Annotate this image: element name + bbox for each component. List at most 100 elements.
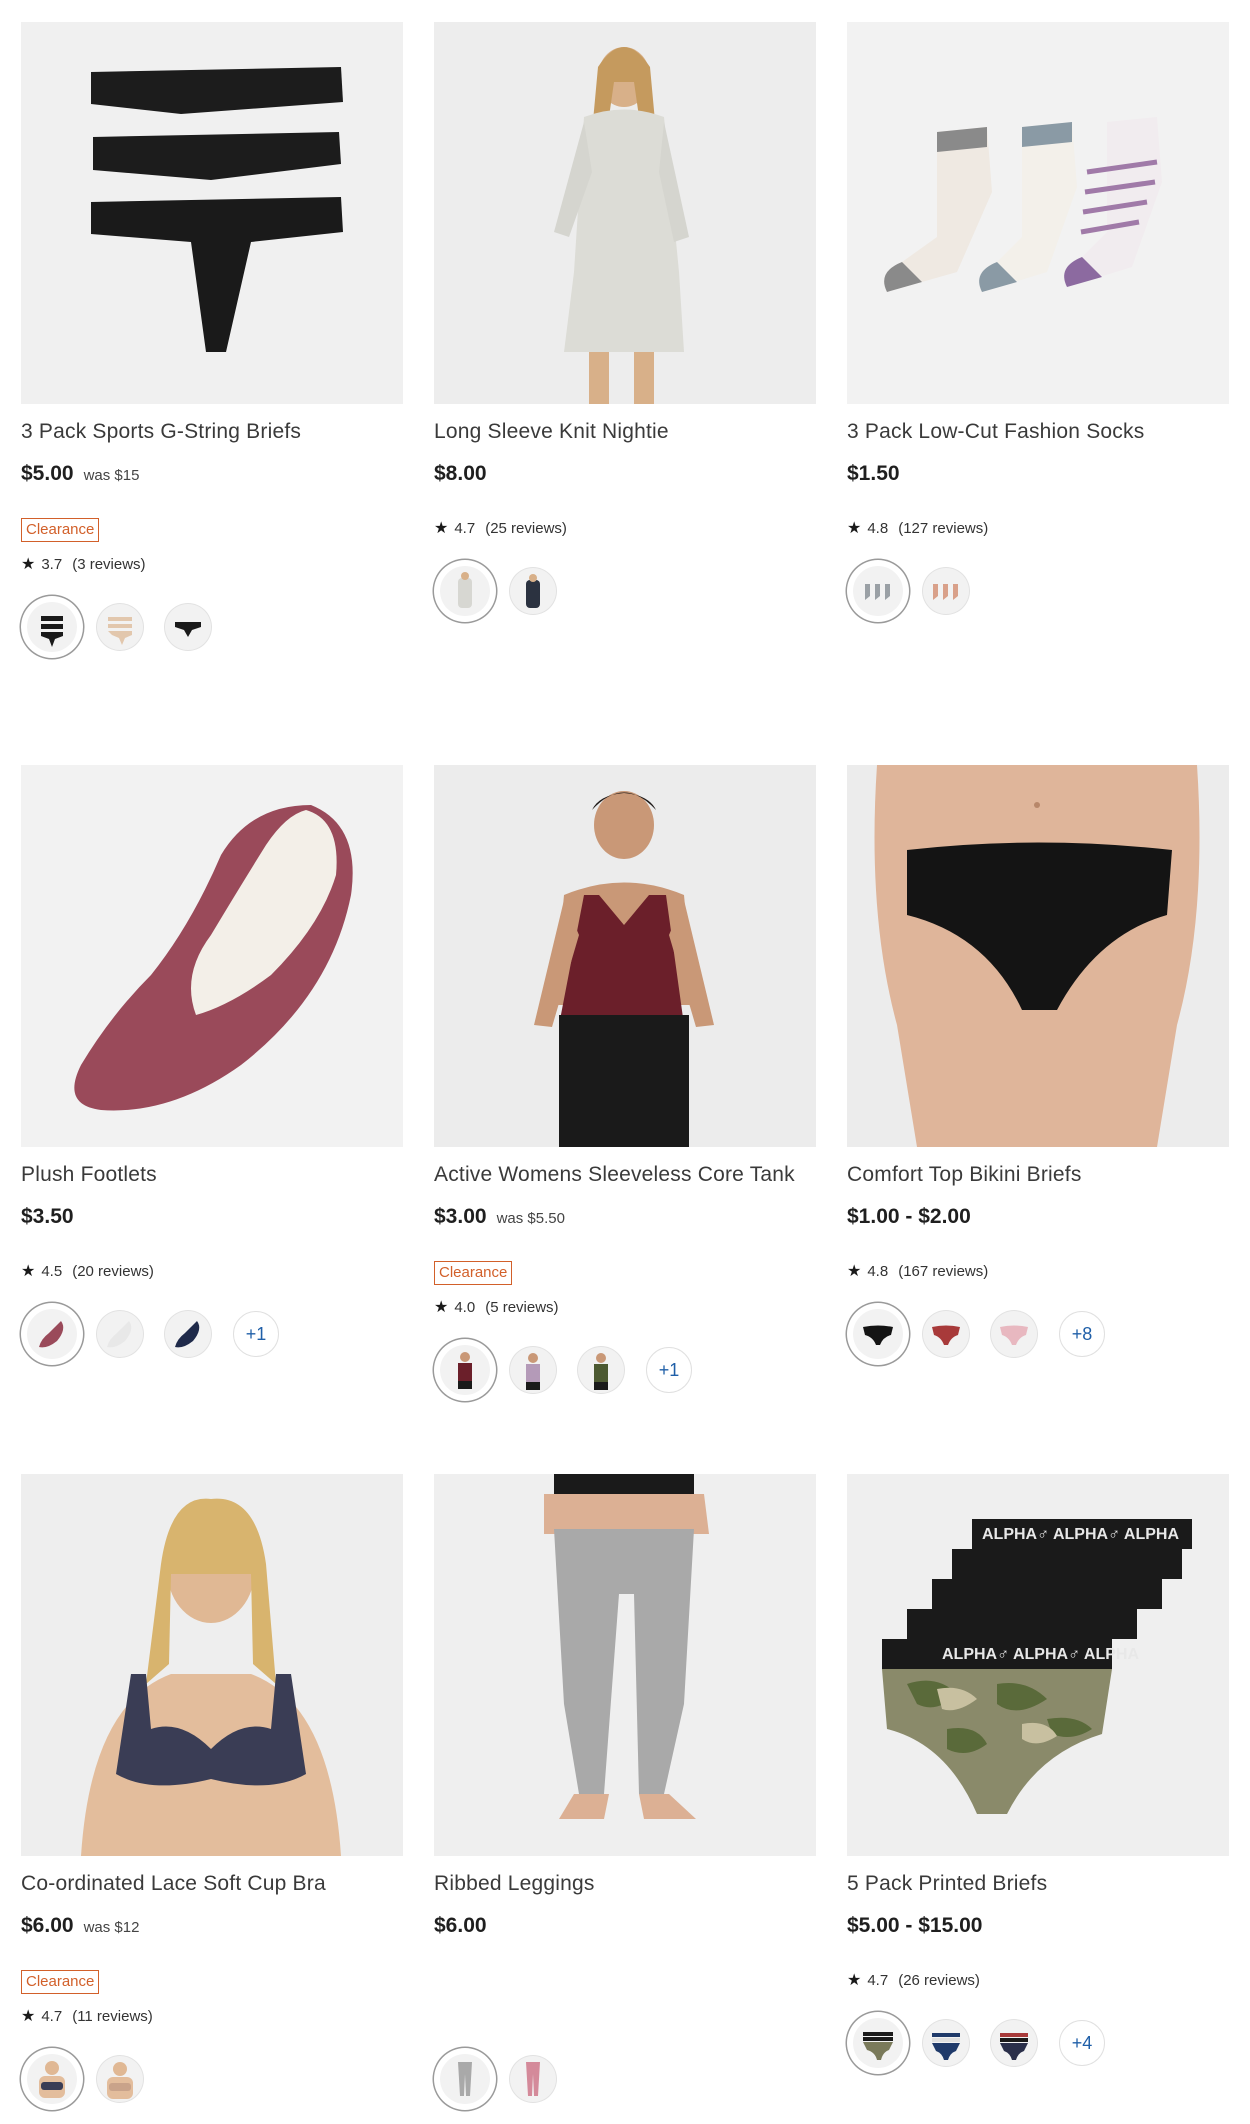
price-row: $3.50 [21, 1205, 74, 1229]
product-title[interactable]: 3 Pack Sports G-String Briefs [21, 420, 301, 444]
rating-value: 4.7 [41, 2007, 63, 2025]
more-colors-button[interactable]: +4 [1059, 2020, 1105, 2066]
product-rating: ★ 4.7 (25 reviews) [434, 518, 567, 538]
product-image[interactable] [434, 22, 816, 404]
swatch-pink[interactable] [510, 2056, 556, 2102]
color-swatches [434, 560, 578, 622]
product-price: $3.50 [21, 1205, 74, 1228]
product-title[interactable]: Active Womens Sleeveless Core Tank [434, 1163, 795, 1187]
price-row: $6.00 was $12 [21, 1914, 139, 1938]
product-title[interactable]: 5 Pack Printed Briefs [847, 1872, 1047, 1896]
star-icon: ★ [847, 1972, 862, 1989]
color-swatches [434, 2048, 578, 2110]
rating-value: 4.7 [454, 519, 476, 537]
swatch-pink[interactable] [991, 1311, 1037, 1357]
product-rating: ★ 4.8 (127 reviews) [847, 518, 988, 538]
swatch-burgundy[interactable] [21, 1303, 83, 1365]
product-rating: ★ 4.8 (167 reviews) [847, 1261, 988, 1281]
product-title[interactable]: 3 Pack Low-Cut Fashion Socks [847, 420, 1144, 444]
product-image[interactable] [434, 765, 816, 1147]
more-colors-button[interactable]: +1 [233, 1311, 279, 1357]
review-count: (26 reviews) [898, 1971, 980, 1989]
swatch-nude[interactable] [97, 604, 143, 650]
color-swatches: +8 [847, 1303, 1105, 1365]
product-price: $5.00 [21, 462, 74, 485]
rating-value: 4.5 [41, 1262, 63, 1280]
swatch-navy[interactable] [165, 1311, 211, 1357]
price-row: $1.50 [847, 462, 900, 486]
product-image[interactable] [21, 765, 403, 1147]
price-row: $5.00 - $15.00 [847, 1914, 982, 1938]
color-swatches: +4 [847, 2012, 1105, 2074]
star-icon: ★ [21, 556, 36, 573]
product-title[interactable]: Plush Footlets [21, 1163, 157, 1187]
review-count: (25 reviews) [485, 519, 567, 537]
product-price: $1.50 [847, 462, 900, 485]
swatch-navy[interactable] [510, 568, 556, 614]
color-swatches [21, 596, 233, 658]
product-rating: ★ 4.7 (11 reviews) [21, 2006, 153, 2026]
swatch-multi-pink[interactable] [923, 568, 969, 614]
product-price: $6.00 [434, 1914, 487, 1937]
swatch-blue[interactable] [923, 2020, 969, 2066]
star-icon: ★ [21, 2008, 36, 2025]
swatch-grey[interactable] [434, 560, 496, 622]
review-count: (5 reviews) [485, 1298, 559, 1316]
clearance-badge: Clearance [21, 1970, 100, 1994]
swatch-camo[interactable] [847, 2012, 909, 2074]
swatch-red[interactable] [923, 1311, 969, 1357]
swatch-grey[interactable] [434, 2048, 496, 2110]
swatch-lilac[interactable] [510, 1347, 556, 1393]
product-image[interactable] [847, 22, 1229, 404]
brand-text: ALPHA♂ ALPHA♂ ALPHA [982, 1526, 1179, 1543]
swatch-burgundy[interactable] [434, 1339, 496, 1401]
was-price: was $15 [83, 467, 140, 484]
product-rating: ★ 4.0 (5 reviews) [434, 1297, 559, 1317]
product-price: $5.00 - $15.00 [847, 1914, 983, 1937]
color-swatches [21, 2048, 165, 2110]
swatch-multi-grey[interactable] [847, 560, 909, 622]
product-title[interactable]: Long Sleeve Knit Nightie [434, 420, 669, 444]
product-rating: ★ 3.7 (3 reviews) [21, 554, 146, 574]
color-swatches: +1 [434, 1339, 692, 1401]
swatch-nude[interactable] [97, 2056, 143, 2102]
product-image[interactable]: ALPHA♂ ALPHA♂ ALPHA ALPHA♂ ALPHA♂ ALPHA [847, 1474, 1229, 1856]
product-grid: 3 Pack Sports G-String Briefs $5.00 was … [0, 0, 1250, 2124]
rating-value: 4.8 [867, 519, 889, 537]
was-price: was $12 [83, 1919, 140, 1936]
product-rating: ★ 4.7 (26 reviews) [847, 1970, 980, 1990]
star-icon: ★ [847, 520, 862, 537]
product-image[interactable] [434, 1474, 816, 1856]
swatch-white[interactable] [97, 1311, 143, 1357]
product-rating: ★ 4.5 (20 reviews) [21, 1261, 154, 1281]
review-count: (11 reviews) [72, 2007, 153, 2025]
product-title[interactable]: Ribbed Leggings [434, 1872, 595, 1896]
price-row: $8.00 [434, 462, 487, 486]
swatch-navy[interactable] [21, 2048, 83, 2110]
rating-value: 3.7 [41, 555, 63, 573]
swatch-black[interactable] [847, 1303, 909, 1365]
product-title[interactable]: Comfort Top Bikini Briefs [847, 1163, 1082, 1187]
price-row: $3.00 was $5.50 [434, 1205, 565, 1229]
star-icon: ★ [434, 1299, 449, 1316]
review-count: (167 reviews) [898, 1262, 989, 1280]
was-price: was $5.50 [496, 1210, 565, 1227]
swatch-black[interactable] [21, 596, 83, 658]
rating-value: 4.7 [867, 1971, 889, 1989]
product-title[interactable]: Co-ordinated Lace Soft Cup Bra [21, 1872, 326, 1896]
price-row: $6.00 [434, 1914, 487, 1938]
more-colors-button[interactable]: +8 [1059, 1311, 1105, 1357]
swatch-red-navy[interactable] [991, 2020, 1037, 2066]
more-colors-button[interactable]: +1 [646, 1347, 692, 1393]
product-image[interactable] [847, 765, 1229, 1147]
swatch-black-2[interactable] [165, 604, 211, 650]
review-count: (127 reviews) [898, 519, 989, 537]
swatch-olive[interactable] [578, 1347, 624, 1393]
product-image[interactable] [21, 1474, 403, 1856]
rating-value: 4.8 [867, 1262, 889, 1280]
review-count: (3 reviews) [72, 555, 146, 573]
product-image[interactable] [21, 22, 403, 404]
color-swatches: +1 [21, 1303, 279, 1365]
clearance-badge: Clearance [21, 518, 100, 542]
product-price: $6.00 [21, 1914, 74, 1937]
